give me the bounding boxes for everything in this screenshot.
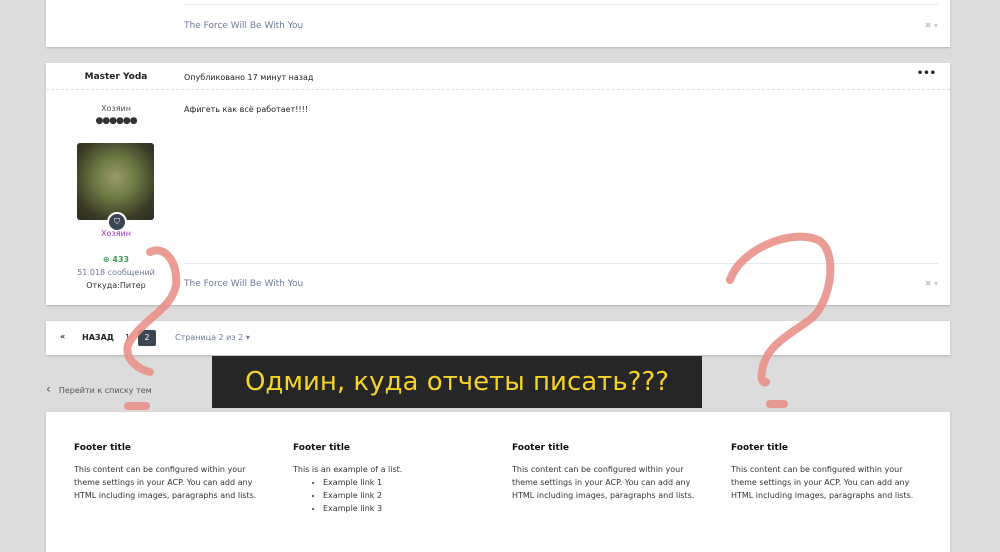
location: Откуда:Питер — [86, 281, 146, 290]
avatar[interactable] — [77, 143, 154, 220]
pagination: « НАЗАД 1 2 Страница 2 из 2 ▾ — [46, 321, 950, 355]
signature: The Force Will Be With You — [184, 279, 304, 289]
footer-title: Footer title — [74, 443, 132, 453]
footer-link[interactable]: Example link 3 — [323, 502, 483, 515]
footer: Footer title This content can be configur… — [46, 412, 950, 552]
footer-title: Footer title — [731, 443, 789, 453]
page-1[interactable]: 1 — [125, 333, 130, 342]
footer-column: Footer title This is an example of a list… — [293, 442, 483, 515]
rank-title: Хозяин — [101, 104, 131, 113]
footer-link[interactable]: Example link 1 — [323, 476, 483, 489]
page-info: Страница 2 из 2 — [175, 333, 244, 342]
divider — [184, 263, 938, 264]
post-controls-icon[interactable]: ✖ ▾ — [925, 21, 938, 30]
post-controls-icon[interactable]: ✖ ▾ — [925, 279, 938, 288]
reputation-value: 433 — [112, 255, 130, 264]
previous-post: The Force Will Be With You ✖ ▾ — [46, 0, 950, 47]
posts-count[interactable]: 51 018 сообщений — [46, 268, 186, 277]
first-page-icon[interactable]: « — [60, 332, 65, 341]
back-to-topics-link[interactable]: ‹ Перейти к списку тем — [46, 382, 152, 396]
page-jump-dropdown[interactable]: Страница 2 из 2 ▾ — [175, 333, 250, 342]
reputation: ⊕ 433 — [46, 255, 186, 264]
footer-text: This is an example of a list. — [293, 465, 403, 474]
caption-overlay: Одмин, куда отчеты писать??? — [212, 356, 702, 408]
footer-text: This content can be configured within yo… — [74, 465, 257, 500]
author-name[interactable]: Master Yoda — [46, 72, 186, 82]
prev-button[interactable]: НАЗАД — [82, 333, 114, 342]
post: Master Yoda Опубликовано 17 минут назад … — [46, 63, 950, 305]
divider — [46, 89, 950, 90]
signature: The Force Will Be With You — [184, 21, 304, 31]
plus-icon: ⊕ — [102, 255, 113, 264]
post-content: Афигеть как всё работает!!!! — [184, 105, 309, 114]
footer-column: Footer title This content can be configur… — [731, 442, 921, 502]
page-2-current[interactable]: 2 — [138, 330, 156, 346]
rank-pips: ●●●●●● — [95, 116, 137, 126]
back-link-label: Перейти к списку тем — [58, 386, 152, 395]
footer-link[interactable]: Example link 2 — [323, 489, 483, 502]
footer-text: This content can be configured within yo… — [731, 465, 914, 500]
footer-column: Footer title This content can be configur… — [74, 442, 264, 502]
footer-text: This content can be configured within yo… — [512, 465, 695, 500]
divider — [184, 4, 938, 5]
footer-title: Footer title — [293, 443, 351, 453]
group-name: Хозяин — [101, 229, 131, 238]
caret-down-icon: ▾ — [245, 333, 250, 342]
post-date: Опубликовано 17 минут назад — [184, 73, 314, 82]
footer-title: Footer title — [512, 443, 570, 453]
footer-column: Footer title This content can be configur… — [512, 442, 702, 502]
chevron-left-icon: ‹ — [46, 382, 51, 396]
ellipsis-icon[interactable]: ••• — [917, 68, 936, 79]
